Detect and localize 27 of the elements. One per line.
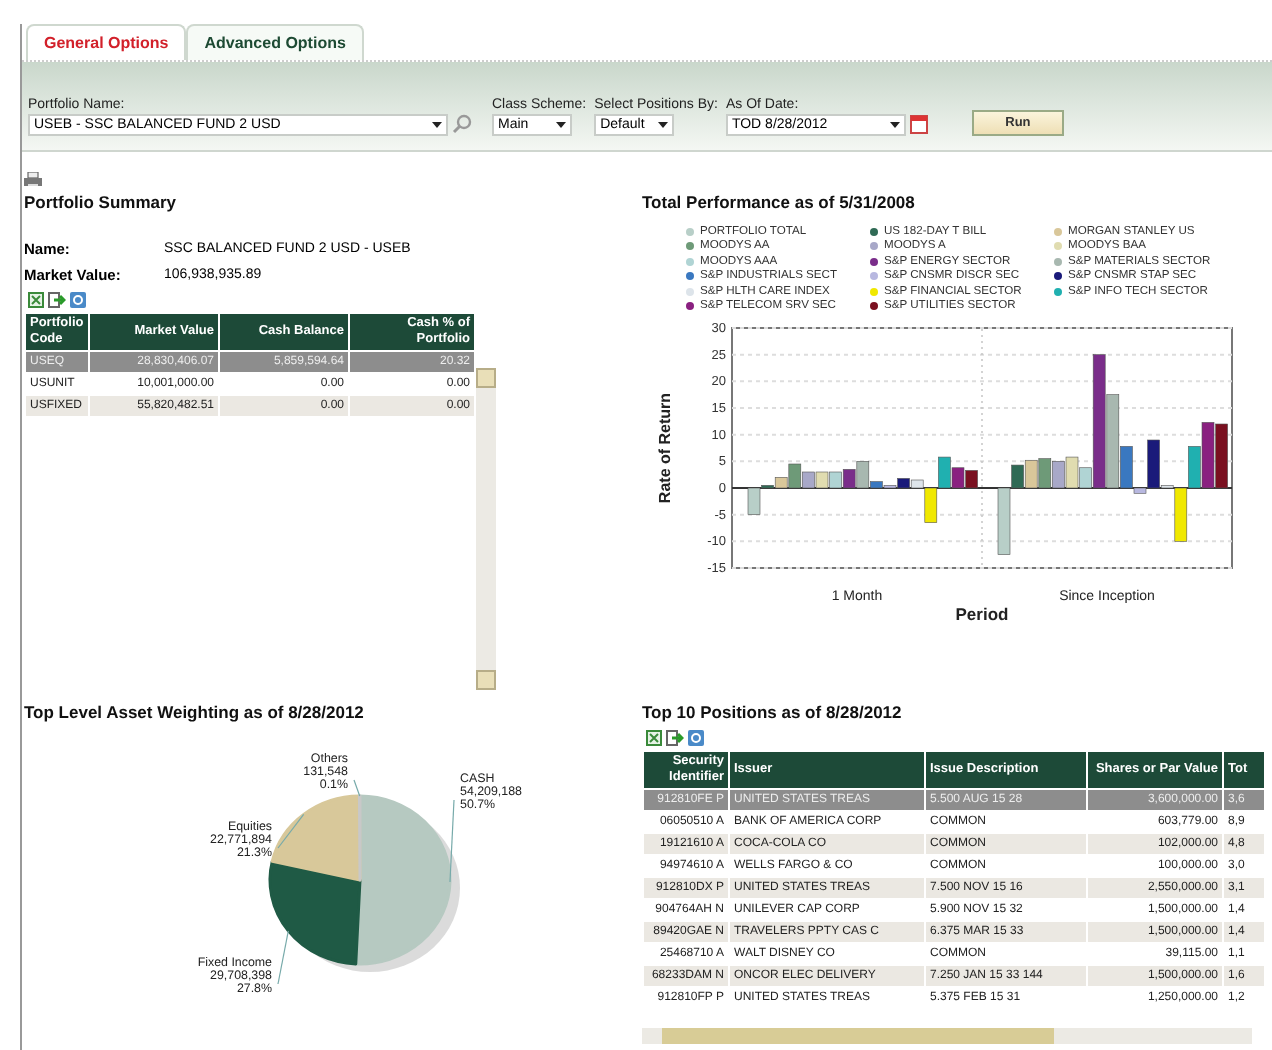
caret-icon — [658, 121, 669, 128]
leader-line — [449, 799, 455, 883]
caret-icon — [556, 121, 566, 128]
caret-icon — [432, 121, 442, 128]
section-title: Top Level Asset Weighting as of 8/28/2012 — [24, 702, 366, 722]
printer-icon[interactable] — [24, 171, 42, 186]
scrollbar[interactable] — [642, 1028, 1252, 1044]
refresh-icon[interactable] — [70, 292, 86, 308]
calendar-icon[interactable] — [909, 114, 928, 135]
scroll-thumb[interactable] — [662, 1028, 1054, 1044]
refresh-icon[interactable] — [688, 730, 704, 746]
section-title: Total Performance as of 5/31/2008 — [642, 192, 917, 212]
search-icon[interactable] — [452, 114, 472, 135]
section-title: Portfolio Summary — [24, 192, 179, 212]
spreadsheet-icon[interactable] — [646, 730, 662, 746]
leader-line — [353, 779, 361, 797]
leader-line — [277, 930, 289, 985]
spreadsheet-icon[interactable] — [28, 292, 44, 308]
export-icon[interactable] — [666, 730, 684, 746]
axis-title: Rate of Return — [656, 392, 674, 504]
section-title: Top 10 Positions as of 8/28/2012 — [642, 702, 904, 722]
axis-title: Period — [955, 604, 1009, 622]
export-icon[interactable] — [48, 292, 66, 308]
tab[interactable]: Advanced Options — [186, 24, 364, 60]
tab[interactable]: General Options — [26, 24, 187, 60]
caret-icon — [889, 121, 900, 128]
leader-line — [277, 813, 305, 849]
